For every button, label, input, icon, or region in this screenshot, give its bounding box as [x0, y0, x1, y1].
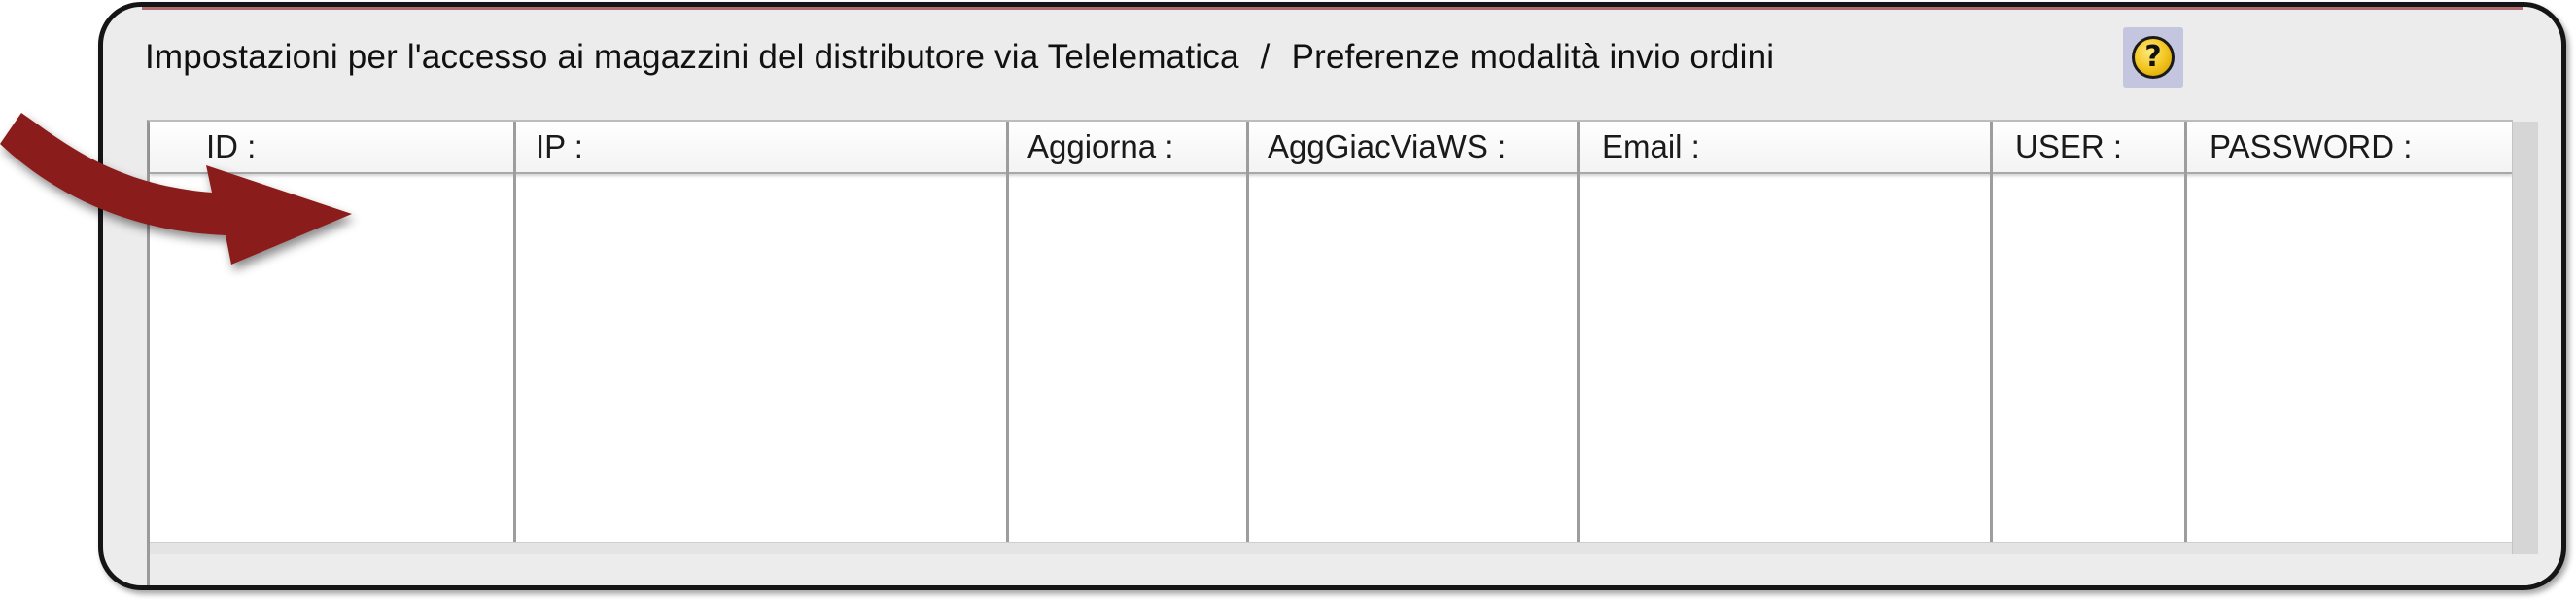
question-mark-icon: ?: [2132, 36, 2175, 79]
table-bottom-edge: [150, 542, 2513, 554]
column-header-email[interactable]: Email :: [1602, 122, 1700, 172]
title-order-preferences: Preferenze modalità invio ordini: [1291, 38, 1775, 76]
column-header-agggiacviaws[interactable]: AggGiacViaWS :: [1268, 122, 1506, 172]
settings-panel: Impostazioni per l'accesso ai magazzini …: [98, 2, 2566, 590]
column-header-password[interactable]: PASSWORD :: [2210, 122, 2412, 172]
screenshot-stage: Impostazioni per l'accesso ai magazzini …: [0, 0, 2576, 600]
curved-arrow-icon: [0, 113, 352, 265]
column-header-user[interactable]: USER :: [2015, 122, 2122, 172]
panel-title: Impostazioni per l'accesso ai magazzini …: [145, 32, 1774, 83]
table-header-row: ID : IP : Aggiorna : AggGiacViaWS : Emai…: [150, 122, 2513, 174]
table-body-empty[interactable]: [150, 174, 2513, 544]
column-header-ip[interactable]: IP :: [536, 122, 583, 172]
warehouse-access-table[interactable]: ID : IP : Aggiorna : AggGiacViaWS : Emai…: [147, 120, 2538, 558]
help-button[interactable]: ?: [2123, 27, 2183, 88]
panel-top-rim: [142, 7, 2523, 10]
title-distributor-access: Impostazioni per l'accesso ai magazzini …: [145, 38, 1239, 76]
title-separator: /: [1260, 38, 1271, 76]
column-header-aggiorna[interactable]: Aggiorna :: [1027, 122, 1173, 172]
vertical-scrollbar[interactable]: [2512, 122, 2538, 558]
panel-footer-strip: [147, 554, 2541, 585]
